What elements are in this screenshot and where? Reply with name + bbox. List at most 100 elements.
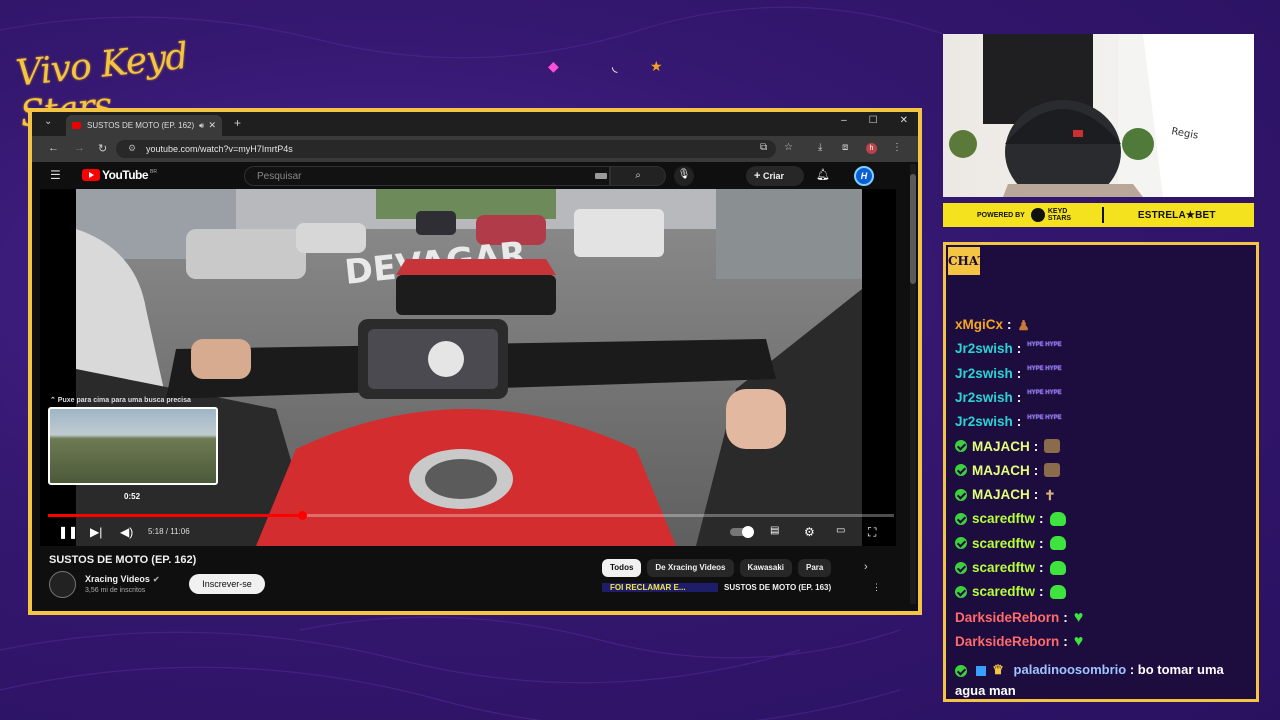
more-options-icon[interactable]: ⋮	[872, 582, 881, 593]
reload-icon[interactable]: ↻	[98, 142, 107, 155]
verified-badge-icon	[955, 464, 967, 477]
plus-icon: +	[754, 170, 761, 182]
stick-emote-icon: ✝	[1044, 487, 1056, 503]
video-player[interactable]: DEVAGAR ⌃ Puxe para cima para uma busca …	[40, 189, 896, 546]
new-tab-plus-icon[interactable]: +	[234, 116, 241, 130]
youtube-header: ☰ YouTube BR Pesquisar ⌕ 🎙︎ + Criar 🔔︎ H	[32, 162, 902, 188]
avatar[interactable]: H	[854, 166, 874, 186]
channel-avatar[interactable]	[49, 571, 76, 598]
chat-colon: :	[1129, 662, 1138, 677]
chat-message: Jr2swish: HYPE HYPE	[955, 341, 1062, 356]
youtube-logo-text: YouTube	[102, 168, 149, 182]
verified-badge-icon	[955, 440, 967, 452]
youtube-logo[interactable]: YouTube BR	[82, 168, 157, 182]
progress-knob[interactable]	[297, 511, 307, 520]
mic-icon: 🎙︎	[677, 169, 691, 180]
close-window-icon[interactable]: ✕	[900, 115, 908, 126]
keyboard-icon[interactable]	[595, 173, 607, 179]
create-button[interactable]: + Criar	[746, 166, 804, 186]
seek-preview-thumbnail	[48, 407, 218, 485]
frog-emote-icon	[1049, 584, 1066, 599]
next-icon[interactable]: ▶|	[90, 525, 102, 539]
settings-gear-icon[interactable]: ⚙	[804, 525, 815, 539]
chat-username: Jr2swish	[955, 389, 1013, 405]
youtube-play-icon	[82, 169, 100, 181]
subtitles-icon[interactable]: ▤	[770, 525, 779, 536]
speaker-icon[interactable]: 🔊︎	[199, 121, 204, 131]
volume-icon[interactable]: ◀︎)	[120, 525, 133, 539]
chat-colon: :	[1007, 317, 1012, 332]
chat-username: scaredftw	[972, 584, 1036, 600]
chat-colon: :	[1039, 535, 1044, 551]
bell-icon[interactable]: 🔔︎	[816, 168, 830, 181]
site-info-icon[interactable]: ⚙	[128, 143, 136, 154]
menu-icon[interactable]: ⋮	[892, 142, 902, 153]
progress-bar[interactable]	[48, 511, 894, 520]
hype-emote-icon: HYPE HYPE	[1027, 390, 1062, 397]
extensions-icon[interactable]: ⧈	[842, 142, 848, 153]
pause-icon[interactable]: ❚❚	[58, 525, 78, 539]
address-bar-row: ← → ↻ ⚙ youtube.com/watch?v=myH7ImrtP4s …	[32, 136, 918, 162]
brand-deco-icon: ◆	[548, 58, 559, 74]
chip-channel[interactable]: De Xracing Videos	[647, 559, 734, 577]
verified-badge-icon	[955, 664, 967, 677]
browser-tab[interactable]: SUSTOS DE MOTO (EP. 162) 🔊︎ ✕	[66, 115, 222, 136]
chat-username: MAJACH	[972, 438, 1030, 454]
mic-button[interactable]: 🎙︎	[674, 166, 694, 186]
chip-all[interactable]: Todos	[602, 559, 642, 577]
hype-emote-icon: HYPE HYPE	[1027, 414, 1062, 421]
install-icon[interactable]: ⧉	[760, 142, 767, 153]
heart-emote-icon: ♥	[1073, 608, 1084, 626]
star-icon[interactable]: ☆	[784, 142, 793, 153]
chip-para[interactable]: Para	[797, 559, 832, 577]
profile-icon[interactable]: h	[866, 143, 877, 154]
scrollbar[interactable]	[910, 164, 916, 604]
window-controls: – ☐ ✕	[841, 115, 908, 126]
search-input[interactable]: Pesquisar	[244, 166, 610, 186]
player-controls: ❚❚ ▶| ◀︎) 5:18 / 11:06 ▤ ⚙ ▭ ⛶	[40, 523, 896, 543]
youtube-page: ☰ YouTube BR Pesquisar ⌕ 🎙︎ + Criar 🔔︎ H	[32, 162, 918, 611]
chevron-right-icon[interactable]: ›	[864, 561, 868, 573]
chat-username: DarksideReborn	[955, 634, 1060, 650]
hamburger-menu-icon[interactable]: ☰	[50, 168, 61, 182]
youtube-favicon-icon	[72, 122, 81, 129]
theater-mode-icon[interactable]: ▭	[836, 525, 845, 536]
cube-icon	[975, 665, 986, 676]
progress-fill	[48, 514, 302, 517]
forward-icon[interactable]: →	[74, 142, 85, 154]
recommended-title[interactable]: SUSTOS DE MOTO (EP. 163)	[724, 583, 831, 592]
maximize-icon[interactable]: ☐	[869, 115, 878, 126]
chat-panel: CHAT xMgiCx: ♟ Jr2swish: HYPE HYPE Jr2swish:…	[943, 242, 1259, 702]
channel-name[interactable]: Xracing Videos ✔	[85, 574, 160, 584]
download-icon[interactable]: ⤓	[818, 142, 822, 153]
channel-name-text: Xracing Videos	[85, 574, 150, 584]
chat-message: DarksideReborn: ♥	[955, 633, 1083, 651]
chat-username: Jr2swish	[955, 414, 1013, 430]
verified-badge-icon	[955, 512, 967, 525]
seek-hint: ⌃ Puxe para cima para uma busca precisa	[50, 397, 191, 404]
chip-kawasaki[interactable]: Kawasaki	[739, 559, 792, 577]
heart-emote-icon: ♥	[1073, 632, 1084, 650]
subscribe-button[interactable]: Inscrever-se	[189, 574, 265, 594]
chevron-down-icon[interactable]: ⌄	[44, 116, 52, 127]
chat-message: MAJACH:	[955, 463, 1061, 478]
seek-preview-time: 0:52	[124, 492, 141, 501]
url-text: youtube.com/watch?v=myH7ImrtP4s	[146, 144, 293, 154]
chat-colon: :	[1033, 487, 1039, 503]
webcam-image: Regis	[949, 34, 1254, 197]
minimize-icon[interactable]: –	[841, 115, 847, 126]
scrollbar-thumb[interactable]	[910, 174, 916, 284]
back-icon[interactable]: ←	[48, 142, 59, 154]
recommended-thumbnail[interactable]: FOI RECLAMAR E...	[602, 583, 718, 592]
chat-username: Jr2swish	[955, 365, 1013, 381]
divider	[1101, 207, 1104, 223]
search-button[interactable]: ⌕	[610, 166, 666, 186]
url-field[interactable]: ⚙ youtube.com/watch?v=myH7ImrtP4s	[116, 140, 776, 158]
chat-message: scaredftw:	[955, 584, 1066, 599]
autoplay-toggle[interactable]	[730, 526, 754, 538]
chat-username: scaredftw	[972, 535, 1036, 551]
chat-colon: :	[1039, 584, 1044, 600]
fullscreen-icon[interactable]: ⛶	[868, 525, 876, 540]
close-icon[interactable]: ✕	[208, 120, 216, 131]
frog-emote-icon	[1049, 511, 1066, 526]
